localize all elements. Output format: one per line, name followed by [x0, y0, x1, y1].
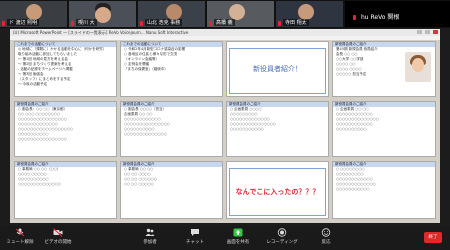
mute-label: ミュート解除 — [6, 240, 34, 245]
slide-line: ～ 今後の活動予定 — [18, 82, 48, 86]
participant-video — [229, 4, 245, 20]
maximize-icon[interactable] — [425, 30, 430, 34]
chat-button[interactable]: チャット — [175, 228, 215, 248]
participant-name: 高橋 義 — [214, 19, 235, 26]
mute-button[interactable]: ミュート解除 — [0, 228, 40, 248]
end-meeting-button[interactable]: 終了 — [424, 232, 442, 243]
participant-name: 山北 浩克 事務 — [145, 19, 183, 26]
record-button[interactable]: レコーディング — [262, 228, 302, 248]
participant-tile[interactable]: 高橋 義 — [207, 1, 274, 27]
slide-thumbnail[interactable]: これまでの活動について ◎ 地域に（課題に）かかる活動を中心に（何かを研究） 取… — [14, 41, 117, 97]
chat-icon — [191, 229, 199, 236]
slide-thumbnail[interactable]: 新役員会員のご紹介 ○ 企画委員 ○○○○ ○○○○○○○○○ ○○○○○○○○… — [226, 101, 329, 157]
muted-mic-icon — [2, 21, 5, 26]
slide-thumbnail[interactable]: 新役員会員のご紹介 ○ 企画委員 ○○ ○○ ○○○○○○○○○○○○ ○○○○… — [332, 101, 436, 157]
slide-line: ○○○○○○○○○○ — [336, 127, 367, 131]
slide-thumbnail[interactable]: 新役員会員のご紹介 ○ 事務局 ○○ ○○（○○） ○○○○ ○○○○○ ○○○… — [14, 161, 117, 219]
slide-thumbnail[interactable]: 新役員会員のご紹介 ○ ○○○○○○○○ ○○○○○○○○○ ○○○○○○○○○… — [332, 161, 436, 219]
muted-mic-icon — [353, 15, 356, 20]
minimize-icon[interactable] — [417, 30, 422, 34]
participant-strip: ド 渡辺 照明 喫川 大 山北 浩克 事務 高橋 義 寺田 翔太 hu ReVo… — [0, 0, 450, 28]
slide-line: ○○ ○○ ○○○○○ — [124, 182, 154, 186]
window-title: (U) Microsoft PowerPoint — [スライドの一覧表示] R… — [10, 29, 440, 36]
slide-thumbnail[interactable]: 新役員会員のご紹介 第45期 新規会員 役員紹介 会長 ○○ ○○ ○○大学 ○… — [332, 41, 436, 97]
start-video-button[interactable]: ビデオの開始 — [38, 228, 78, 248]
muted-mic-icon — [278, 21, 281, 26]
muted-mic-icon — [140, 21, 143, 26]
participant-name: 寺田 翔太 — [283, 19, 309, 26]
participant-video — [95, 7, 111, 23]
smiley-icon — [321, 228, 331, 237]
zoom-meeting-screen: ド 渡辺 照明 喫川 大 山北 浩克 事務 高橋 義 寺田 翔太 hu ReVo… — [0, 0, 450, 250]
mic-off-icon — [15, 228, 25, 237]
menu-bar — [10, 36, 440, 40]
participant-tile[interactable]: 山北 浩克 事務 — [138, 1, 205, 27]
share-screen-icon — [233, 228, 243, 237]
slide-big-title: 新役員者紹介！ — [253, 65, 302, 73]
record-icon — [277, 228, 287, 237]
slide-thumbnail[interactable]: 新役員者紹介！ — [226, 41, 329, 97]
slide-big-title: なんでこに入ったの？？？ — [235, 188, 320, 196]
share-screen-button[interactable]: 画面を共有 — [218, 228, 258, 248]
slide-thumbnail[interactable]: これまでの活動について ○ 令和2年4月新型コロナ感染症の影響 ○ 各地区の住民… — [120, 41, 223, 97]
slide-line: ○○○○○○○○○○○○○○○○ — [18, 137, 67, 141]
share-label: 画面を共有 — [226, 240, 250, 245]
reactions-button[interactable]: 反応 — [306, 228, 346, 248]
participant-video — [298, 4, 314, 20]
participant-tile[interactable]: ド 渡辺 照明 — [0, 1, 67, 27]
participant-name: hu ReVo 関根 — [361, 14, 400, 21]
participant-tile[interactable]: hu ReVo 関根 — [345, 1, 450, 27]
participant-name: 喫川 大 — [76, 19, 97, 26]
participant-tile[interactable]: 喫川 大 — [69, 1, 136, 27]
participants-icon — [145, 228, 155, 236]
participant-tile[interactable]: 寺田 翔太 — [276, 1, 343, 27]
shared-screen-window: (U) Microsoft PowerPoint — [スライドの一覧表示] R… — [10, 29, 440, 223]
photo-face — [412, 58, 424, 72]
close-icon[interactable] — [433, 30, 438, 34]
reactions-label: 反応 — [321, 240, 331, 245]
window-controls — [417, 30, 438, 34]
video-off-icon — [53, 228, 63, 237]
participant-video — [166, 4, 182, 20]
muted-mic-icon — [209, 21, 212, 26]
slide-sorter-grid: これまでの活動について ◎ 地域に（課題に）かかる活動を中心に（何かを研究） 取… — [14, 41, 436, 221]
video-label: ビデオの開始 — [44, 240, 72, 245]
meeting-toolbar: ミュート解除 ビデオの開始 参加者 チャット 画面を共有 レコーディング 反応 … — [0, 226, 450, 250]
slide-line: 「まちの保健室」（継続中） — [124, 67, 168, 71]
participant-name: ド 渡辺 照明 — [7, 19, 40, 26]
slide-line: ○○○○○○○○○○○○○○ — [124, 132, 167, 136]
member-photo — [405, 52, 431, 82]
muted-mic-icon — [71, 21, 74, 26]
slide-line: ○○○○○○○○○○○ — [230, 127, 264, 131]
slide-line: ○○○○○○○○○○○○○○ — [18, 182, 61, 186]
slide-thumbnail[interactable]: 新役員会員のご紹介 ○ 副会長：○○ ○○（東京都） ○○ ○○○ ○○○○○○… — [14, 101, 117, 157]
participant-video — [26, 4, 42, 20]
participants-label: 参加者 — [143, 240, 157, 245]
participants-button[interactable]: 参加者 — [130, 228, 170, 248]
chat-label: チャット — [186, 240, 204, 245]
slide-thumbnail[interactable]: 新役員会員のご紹介 ○ 副会長 ○○○○（担当） 企画委員 ○○ ○○ ○○○○… — [120, 101, 223, 157]
slide-thumbnail[interactable]: なんでこに入ったの？？？ — [226, 161, 329, 219]
slide-thumbnail[interactable]: 新役員会員のご紹介 ○ 事務局 ○○ ○○ ○○ ○○ ○○○○ ○○ ○○ ○… — [120, 161, 223, 219]
slide-line: ○○○○○○○○○○○ — [336, 187, 370, 191]
record-label: レコーディング — [266, 240, 298, 245]
